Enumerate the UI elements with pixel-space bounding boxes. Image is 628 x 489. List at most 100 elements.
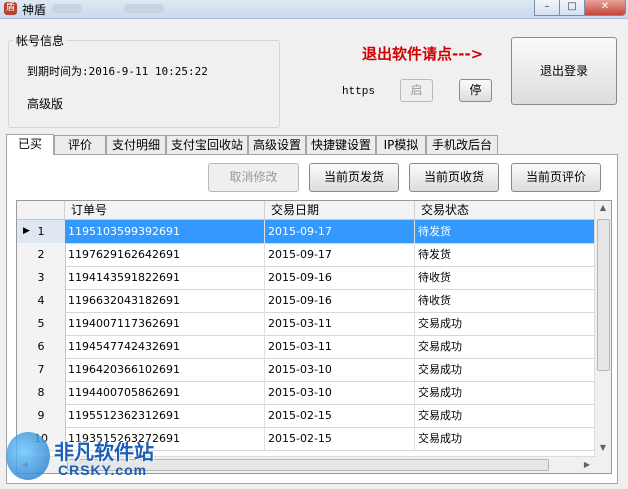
order-id-cell[interactable]: 1197629162642691 bbox=[65, 243, 265, 266]
row-number: 4 bbox=[37, 294, 45, 307]
cancel-edit-button[interactable]: 取消修改 bbox=[208, 163, 299, 192]
scroll-down-icon[interactable]: ▼ bbox=[595, 443, 611, 452]
maximize-button[interactable]: □ bbox=[559, 0, 585, 16]
grid-header: 订单号 交易日期 交易状态 bbox=[17, 201, 597, 220]
tab-payment-detail[interactable]: 支付明细 bbox=[106, 135, 166, 154]
scrollbar-corner bbox=[595, 457, 611, 473]
ship-current-page-button[interactable]: 当前页发货 bbox=[309, 163, 399, 192]
row-header[interactable]: 6 bbox=[17, 335, 66, 358]
logout-button[interactable]: 退出登录 bbox=[511, 37, 617, 105]
row-header-corner bbox=[17, 201, 65, 219]
row-header[interactable]: 2 bbox=[17, 243, 66, 266]
row-header[interactable]: 5 bbox=[17, 312, 66, 335]
trade-date-cell[interactable]: 2015-02-15 bbox=[265, 427, 415, 450]
title-bar: 盾 神盾 – □ ✕ bbox=[0, 0, 628, 19]
edition-label: 高级版 bbox=[27, 97, 64, 111]
trade-date-cell[interactable]: 2015-02-15 bbox=[265, 404, 415, 427]
vertical-scrollbar[interactable]: ▲ ▼ bbox=[594, 201, 611, 457]
scroll-up-icon[interactable]: ▲ bbox=[595, 203, 611, 212]
trade-status-cell[interactable]: 交易成功 bbox=[415, 358, 597, 381]
trade-date-cell[interactable]: 2015-03-11 bbox=[265, 312, 415, 335]
trade-status-cell[interactable]: 待收货 bbox=[415, 289, 597, 312]
tab-review[interactable]: 评价 bbox=[54, 135, 106, 154]
table-row[interactable]: 9 1195512362312691 2015-02-15 交易成功 bbox=[17, 404, 597, 428]
order-id-cell[interactable]: 1196632043182691 bbox=[65, 289, 265, 312]
trade-date-cell[interactable]: 2015-09-17 bbox=[265, 243, 415, 266]
account-info-title: 帐号信息 bbox=[13, 32, 68, 49]
https-label: https bbox=[342, 86, 376, 98]
row-number: 5 bbox=[37, 317, 45, 330]
order-id-cell[interactable]: 1194400705862691 bbox=[65, 381, 265, 404]
trade-status-cell[interactable]: 待发货 bbox=[415, 243, 597, 266]
trade-date-cell[interactable]: 2015-09-16 bbox=[265, 266, 415, 289]
trade-status-cell[interactable]: 交易成功 bbox=[415, 404, 597, 427]
table-row[interactable]: 7 1196420366102691 2015-03-10 交易成功 bbox=[17, 358, 597, 382]
close-button[interactable]: ✕ bbox=[584, 0, 626, 16]
tab-advanced-settings[interactable]: 高级设置 bbox=[248, 135, 306, 154]
column-header-order-id[interactable]: 订单号 bbox=[65, 201, 265, 219]
order-id-cell[interactable]: 1195512362312691 bbox=[65, 404, 265, 427]
row-number: 3 bbox=[37, 271, 45, 284]
minimize-button[interactable]: – bbox=[534, 0, 560, 16]
blurred-title-text bbox=[52, 4, 82, 13]
row-number: 8 bbox=[37, 386, 45, 399]
scroll-right-icon[interactable]: ▶ bbox=[581, 460, 593, 469]
tab-hotkey-settings[interactable]: 快捷键设置 bbox=[306, 135, 376, 154]
row-number: 9 bbox=[37, 409, 45, 422]
trade-date-cell[interactable]: 2015-03-11 bbox=[265, 335, 415, 358]
table-row[interactable]: 5 1194007117362691 2015-03-11 交易成功 bbox=[17, 312, 597, 336]
table-row[interactable]: 2 1197629162642691 2015-09-17 待发货 bbox=[17, 243, 597, 267]
review-current-page-button[interactable]: 当前页评价 bbox=[511, 163, 601, 192]
trade-date-cell[interactable]: 2015-03-10 bbox=[265, 381, 415, 404]
trade-status-cell[interactable]: 交易成功 bbox=[415, 427, 597, 450]
tab-bought[interactable]: 已买 bbox=[6, 134, 54, 155]
trade-status-cell[interactable]: 待收货 bbox=[415, 266, 597, 289]
app-window: 盾 神盾 – □ ✕ 帐号信息 到期时间为:2016-9-11 10:25:22… bbox=[0, 0, 628, 489]
table-row[interactable]: 3 1194143591822691 2015-09-16 待收货 bbox=[17, 266, 597, 290]
row-number: 2 bbox=[37, 248, 45, 261]
window-title: 神盾 bbox=[22, 3, 47, 17]
account-info-group: 帐号信息 到期时间为:2016-9-11 10:25:22 高级版 bbox=[8, 32, 280, 128]
crsky-watermark: 非凡软件站 CRSKY.com bbox=[2, 430, 172, 486]
row-header[interactable]: 7 bbox=[17, 358, 66, 381]
tab-alipay-recycle[interactable]: 支付宝回收站 bbox=[166, 135, 248, 154]
watermark-site: CRSKY.com bbox=[58, 462, 148, 478]
row-number: 7 bbox=[37, 363, 45, 376]
row-header[interactable]: 4 bbox=[17, 289, 66, 312]
order-id-cell[interactable]: 1196420366102691 bbox=[65, 358, 265, 381]
row-number: 1 bbox=[37, 225, 45, 238]
https-start-button[interactable]: 启 bbox=[400, 79, 433, 102]
vertical-scroll-thumb[interactable] bbox=[597, 219, 610, 371]
trade-status-cell[interactable]: 交易成功 bbox=[415, 381, 597, 404]
https-stop-button[interactable]: 停 bbox=[459, 79, 492, 102]
table-row[interactable]: 6 1194547742432691 2015-03-11 交易成功 bbox=[17, 335, 597, 359]
blurred-title-text bbox=[124, 4, 164, 13]
order-id-cell[interactable]: 1194547742432691 bbox=[65, 335, 265, 358]
row-header[interactable]: 3 bbox=[17, 266, 66, 289]
column-header-trade-date[interactable]: 交易日期 bbox=[265, 201, 415, 219]
order-id-cell[interactable]: 1194007117362691 bbox=[65, 312, 265, 335]
trade-status-cell[interactable]: 交易成功 bbox=[415, 312, 597, 335]
trade-status-cell[interactable]: 待发货 bbox=[415, 220, 597, 243]
watermark-name: 非凡软件站 bbox=[54, 440, 154, 464]
column-header-trade-status[interactable]: 交易状态 bbox=[415, 201, 597, 219]
row-number: 6 bbox=[37, 340, 45, 353]
tab-ip-simulation[interactable]: IP模拟 bbox=[376, 135, 426, 154]
trade-status-cell[interactable]: 交易成功 bbox=[415, 335, 597, 358]
trade-date-cell[interactable]: 2015-09-16 bbox=[265, 289, 415, 312]
row-header[interactable]: ▶ 1 bbox=[17, 220, 66, 243]
current-row-arrow-icon: ▶ bbox=[23, 226, 30, 236]
tab-mobile-backend[interactable]: 手机改后台 bbox=[426, 135, 498, 154]
receive-current-page-button[interactable]: 当前页收货 bbox=[409, 163, 499, 192]
table-row[interactable]: 8 1194400705862691 2015-03-10 交易成功 bbox=[17, 381, 597, 405]
row-header[interactable]: 9 bbox=[17, 404, 66, 427]
trade-date-cell[interactable]: 2015-03-10 bbox=[265, 358, 415, 381]
crsky-logo-icon bbox=[6, 432, 50, 480]
row-header[interactable]: 8 bbox=[17, 381, 66, 404]
order-id-cell[interactable]: 1195103599392691 bbox=[65, 220, 265, 243]
exit-hint-text: 退出软件请点---> bbox=[362, 45, 484, 63]
trade-date-cell[interactable]: 2015-09-17 bbox=[265, 220, 415, 243]
order-id-cell[interactable]: 1194143591822691 bbox=[65, 266, 265, 289]
table-row[interactable]: ▶ 1 1195103599392691 2015-09-17 待发货 bbox=[17, 220, 597, 244]
table-row[interactable]: 4 1196632043182691 2015-09-16 待收货 bbox=[17, 289, 597, 313]
